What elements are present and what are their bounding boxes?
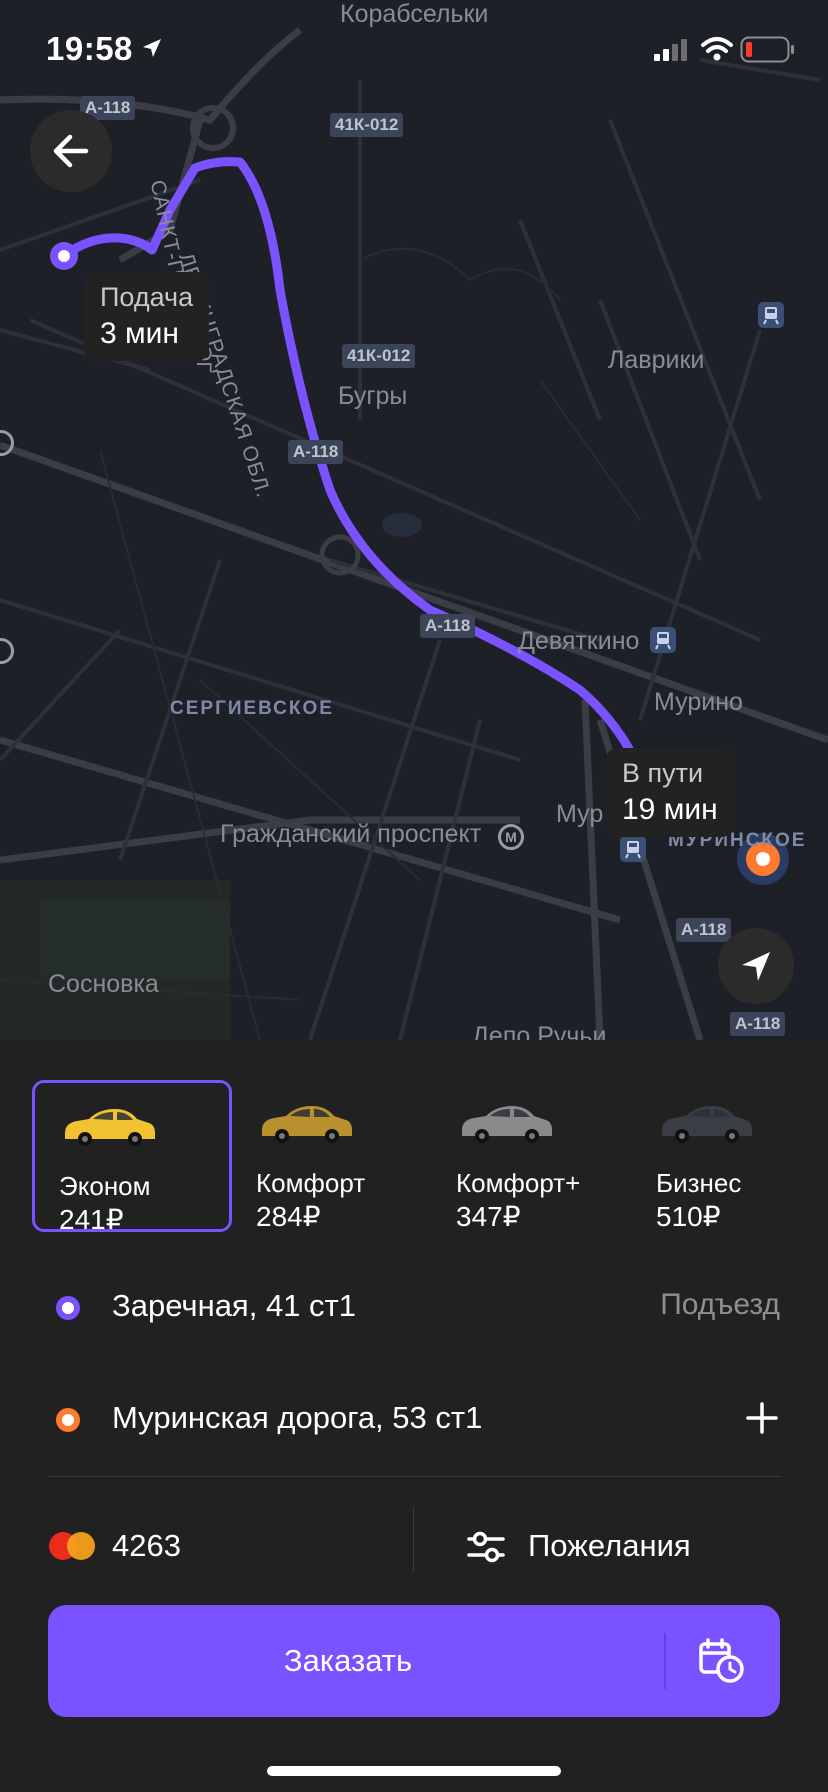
car-icon: [462, 1106, 552, 1143]
route-to-row[interactable]: Муринская дорога, 53 ст1: [0, 1380, 828, 1460]
map[interactable]: Корабсельки Лаврики Бугры Девяткино Мури…: [0, 0, 828, 1040]
map-label-grazhdansky: Гражданский проспект: [220, 820, 482, 848]
card-number: 4263: [112, 1528, 181, 1563]
pickup-eta-bubble: Подача 3 мин: [84, 272, 210, 361]
pickup-eta-title: Подача: [100, 282, 194, 312]
order-label: Заказать: [283, 1643, 413, 1678]
tariff-name: Комфорт+: [456, 1168, 581, 1198]
road-sign: 41К-012: [330, 113, 404, 137]
tariff-price: 347₽: [456, 1201, 521, 1232]
signal-icon: [654, 39, 687, 61]
payment-method-button[interactable]: 4263: [48, 1496, 408, 1596]
location-arrow-icon: [143, 39, 161, 57]
tariff-2[interactable]: Комфорт+ 347₽: [432, 1080, 632, 1232]
to-dot-icon: [56, 1408, 80, 1432]
add-stop-button[interactable]: [744, 1400, 780, 1441]
route-eta-value: 19 мин: [622, 793, 718, 826]
pickup-eta-value: 3 мин: [100, 317, 179, 350]
schedule-button[interactable]: [666, 1605, 780, 1717]
route-eta-title: В пути: [622, 758, 704, 788]
status-bar: 19:58: [0, 0, 828, 100]
tariff-name: Эконом: [59, 1171, 151, 1201]
sliders-icon: [467, 1531, 505, 1563]
map-label-depo: Депо Ручьи: [472, 1022, 607, 1040]
from-dot-icon: [56, 1296, 80, 1320]
map-label-murino: Мурино: [654, 688, 743, 716]
plus-icon: [746, 1402, 778, 1434]
my-location-button[interactable]: [718, 928, 794, 1004]
road-sign: А-118: [420, 614, 476, 638]
battery-icon: [740, 36, 794, 63]
road-sign: А-118: [288, 440, 344, 464]
mastercard-icon: [49, 1532, 95, 1560]
car-icon: [662, 1106, 752, 1143]
map-label-devyatkino: Девяткино: [518, 627, 640, 655]
train-icon: [620, 836, 646, 862]
home-indicator: [267, 1766, 561, 1776]
tariff-3[interactable]: Бизнес 510₽: [632, 1080, 828, 1232]
back-button[interactable]: [30, 110, 112, 192]
order-button[interactable]: Заказать: [48, 1605, 780, 1717]
route-eta-bubble: В пути 19 мин: [606, 748, 734, 837]
tariff-1[interactable]: Комфорт 284₽: [232, 1080, 432, 1232]
metro-icon: M: [498, 824, 524, 850]
navigation-icon: [742, 952, 770, 981]
map-label-bugry: Бугры: [338, 382, 408, 410]
back-arrow-icon: [53, 134, 89, 168]
road-sign: 41К-012: [342, 344, 416, 368]
map-canvas: [0, 27, 828, 1040]
tariff-price: 241₽: [59, 1204, 124, 1235]
car-icon: [65, 1109, 155, 1146]
status-time: 19:58: [46, 30, 133, 67]
entrance-button[interactable]: Подъезд: [660, 1288, 780, 1322]
car-icon: [262, 1106, 352, 1143]
tariff-price: 284₽: [256, 1201, 321, 1232]
tariff-0[interactable]: Эконом 241₽: [32, 1080, 232, 1235]
train-icon: [758, 302, 784, 328]
tariff-price: 510₽: [656, 1201, 721, 1232]
map-label-lavriki: Лаврики: [608, 346, 705, 374]
map-label-sergievskoe: СЕРГИЕВСКОЕ: [170, 698, 334, 719]
calendar-clock-icon: [699, 1638, 744, 1683]
divider: [413, 1506, 414, 1572]
preferences-label: Пожелания: [528, 1528, 691, 1563]
to-address: Муринская дорога, 53 ст1: [112, 1400, 483, 1435]
payment-row: 4263 Пожелания: [0, 1496, 828, 1596]
train-icon: [650, 627, 676, 653]
divider: [48, 1476, 780, 1477]
route-from-row[interactable]: Заречная, 41 ст1 Подъезд: [0, 1268, 828, 1348]
map-label-sosnovka: Сосновка: [48, 970, 159, 998]
tariff-name: Бизнес: [656, 1168, 742, 1198]
preferences-button[interactable]: Пожелания: [466, 1496, 786, 1596]
map-label-murinskoe-partial: Мур: [556, 800, 604, 828]
wifi-icon: [701, 37, 733, 61]
from-address: Заречная, 41 ст1: [112, 1288, 356, 1323]
tariff-name: Комфорт: [256, 1168, 366, 1198]
road-sign: А-118: [730, 1012, 786, 1036]
